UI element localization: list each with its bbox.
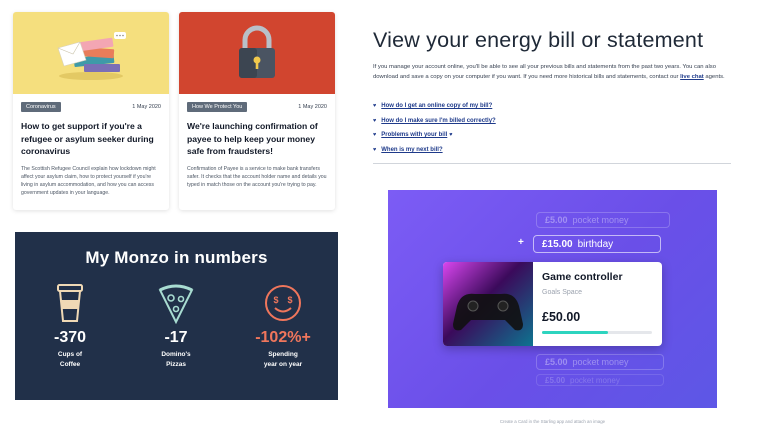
heart-icon: ♥	[373, 117, 377, 124]
section-divider	[373, 163, 731, 164]
pill-amount: £5.00	[545, 215, 568, 225]
stat-label-line2: year on year	[263, 361, 303, 368]
stat-value: -370	[53, 329, 87, 346]
category-tag[interactable]: How We Protect You	[187, 102, 248, 112]
stat-spending: $ $ -102%+ Spending year on year	[238, 282, 328, 370]
stat-label-line1: Domino's	[161, 351, 191, 358]
publish-date: 1 May 2020	[298, 104, 327, 110]
faq-link-online-copy[interactable]: How do I get an online copy of my bill?	[381, 103, 492, 109]
books-envelope-illustration-icon	[57, 32, 126, 80]
contribution-pill: £15.00 birthday	[533, 235, 661, 253]
faq-link-next-bill[interactable]: When is my next bill?	[381, 147, 442, 153]
stat-label-line1: Cups of	[57, 351, 83, 358]
goal-progress-fill	[542, 331, 608, 334]
money-face-icon: $ $	[265, 285, 301, 321]
card-title[interactable]: How to get support if you're a refugee o…	[13, 112, 169, 158]
stat-label-line1: Spending	[268, 351, 298, 358]
image-caption: Create a Card in the Starling app and at…	[499, 419, 606, 424]
faq-links-list: ♥ How do I get an online copy of my bill?…	[373, 99, 496, 157]
page-title: View your energy bill or statement	[373, 28, 704, 52]
goal-card[interactable]: Game controller Goals Space £50.00	[443, 262, 662, 346]
plus-icon: +	[518, 237, 524, 248]
article-card-refugee-support[interactable]: Coronavirus 1 May 2020 How to get suppor…	[13, 12, 169, 210]
contribution-pill: £5.00 pocket money	[536, 212, 670, 228]
faq-link-billed-correctly[interactable]: How do I make sure I'm billed correctly?	[381, 118, 495, 124]
stat-coffee: -370 Cups of Coffee	[25, 282, 115, 370]
contribution-pill: £5.00 pocket money	[536, 354, 664, 370]
intro-paragraph: If you manage your account online, you'l…	[373, 63, 733, 82]
pill-label: pocket money	[570, 375, 620, 385]
heart-icon: ♥	[373, 146, 377, 153]
goal-progress-bar	[542, 331, 652, 334]
faq-link-problems[interactable]: Problems with your bill	[381, 132, 447, 138]
card-hero-image	[179, 12, 335, 94]
heart-icon: ♥	[449, 132, 453, 139]
intro-text: If you manage your account online, you'l…	[373, 64, 716, 80]
card-excerpt: Confirmation of Payee is a service to ma…	[187, 165, 327, 188]
article-card-confirmation-of-payee[interactable]: How We Protect You 1 May 2020 We're laun…	[179, 12, 335, 210]
svg-text:$: $	[287, 295, 292, 305]
card-hero-image	[13, 12, 169, 94]
goal-name: Game controller	[542, 271, 623, 283]
game-controller-image	[443, 262, 533, 346]
stat-label-line2: Pizzas	[166, 361, 186, 368]
stat-value: -102%+	[255, 329, 311, 346]
monzo-numbers-panel: My Monzo in numbers -370 Cups of Coffee …	[15, 232, 338, 400]
goal-amount: £50.00	[542, 310, 581, 324]
pill-amount: £15.00	[542, 238, 573, 250]
faq-link-item: ♥ How do I make sure I'm billed correctly…	[373, 114, 496, 129]
faq-link-item: ♥ Problems with your bill ♥	[373, 128, 496, 143]
coffee-cup-icon	[57, 284, 83, 322]
category-tag[interactable]: Coronavirus	[21, 102, 61, 112]
faq-link-item: ♥ When is my next bill?	[373, 143, 496, 158]
heart-icon: ♥	[373, 132, 377, 139]
pill-label: pocket money	[572, 357, 629, 367]
intro-suffix: agents.	[705, 73, 725, 80]
heart-icon: ♥	[373, 103, 377, 110]
card-excerpt: The Scottish Refugee Council explain how…	[21, 165, 156, 197]
panel-title: My Monzo in numbers	[85, 248, 268, 267]
stat-label-line2: Coffee	[59, 361, 81, 368]
publish-date: 1 May 2020	[132, 104, 161, 110]
savings-goal-illustration: £5.00 pocket money + £15.00 birthday Gam…	[388, 190, 717, 408]
svg-text:$: $	[273, 295, 278, 305]
pill-label: pocket money	[572, 215, 629, 225]
pill-amount: £5.00	[545, 375, 566, 385]
live-chat-link[interactable]: live chat	[680, 74, 704, 80]
game-controller-icon	[453, 293, 523, 331]
card-title[interactable]: We're launching confirmation of payee to…	[179, 112, 335, 158]
padlock-icon	[239, 25, 275, 78]
goal-space-label: Goals Space	[542, 289, 583, 296]
stat-value: -17	[164, 329, 188, 346]
pill-amount: £5.00	[545, 357, 568, 367]
faq-link-item: ♥ How do I get an online copy of my bill?	[373, 99, 496, 114]
pizza-slice-icon	[158, 284, 194, 324]
pill-label: birthday	[577, 238, 614, 250]
contribution-pill: £5.00 pocket money	[536, 374, 664, 386]
stat-pizza: -17 Domino's Pizzas	[131, 282, 221, 370]
